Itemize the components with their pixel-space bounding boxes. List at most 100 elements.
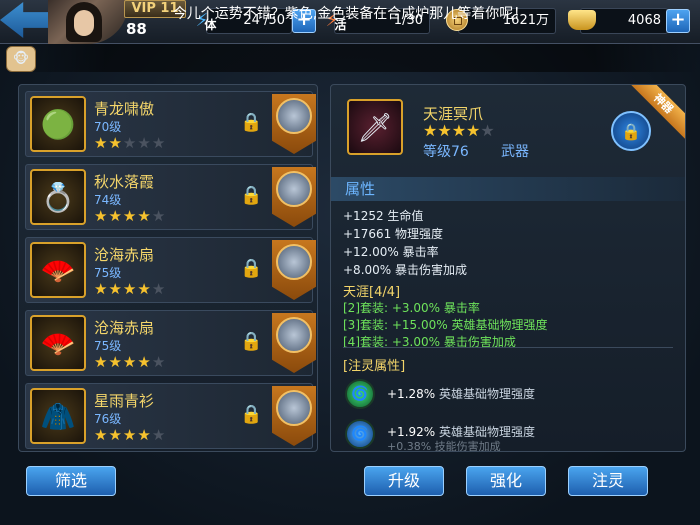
green-soul-gem-icon: 🌀 — [345, 379, 375, 409]
star-empty-icon: ★ — [151, 134, 167, 152]
star-empty-icon: ★ — [122, 134, 138, 152]
lock-icon[interactable]: 🔒 — [240, 404, 262, 430]
lock-icon[interactable]: 🔒 — [240, 185, 262, 211]
star-filled-icon: ★ — [423, 121, 438, 140]
red-fan-icon: 🪭 — [30, 315, 86, 371]
mascot-icon[interactable]: 🐵 — [6, 46, 36, 72]
soul-desc: 英雄基础物理强度 — [439, 387, 536, 401]
notice-bar — [0, 44, 700, 72]
equipment-list-item[interactable]: 🪭 沧海赤扇 75级 ★★★★★ 🔒 — [25, 237, 316, 303]
item-stars: ★★★★★ — [94, 134, 166, 152]
lock-icon[interactable]: 🔒 — [240, 258, 262, 284]
star-filled-icon: ★ — [122, 207, 138, 225]
star-filled-icon: ★ — [122, 426, 138, 444]
star-filled-icon: ★ — [137, 207, 152, 225]
soul-attributes-title: [注灵属性] — [343, 359, 406, 374]
star-filled-icon: ★ — [451, 121, 467, 140]
robe-icon: 🧥 — [30, 388, 86, 444]
hero-portrait-badge[interactable] — [272, 313, 316, 373]
infuse-button[interactable]: 注灵 — [568, 466, 648, 496]
divider — [343, 347, 673, 348]
detail-level: 等级76 — [423, 144, 469, 160]
lock-toggle-button[interactable]: 🔒 — [611, 111, 651, 151]
star-filled-icon: ★ — [94, 207, 109, 225]
star-filled-icon: ★ — [108, 353, 123, 371]
filter-button[interactable]: 筛选 — [26, 466, 116, 496]
item-name: 秋水落霞 — [94, 173, 155, 191]
attributes-header: 属性 — [331, 177, 685, 201]
star-filled-icon: ★ — [94, 280, 109, 298]
item-name: 沧海赤扇 — [94, 319, 155, 337]
hero-face — [276, 171, 312, 207]
detail-stars: ★★★★★ — [423, 121, 495, 140]
item-level: 74级 — [94, 193, 122, 207]
equipment-list-panel[interactable]: 🟢 青龙啸傲 70级 ★★★★★ 🔒 💍 秋水落霞 74级 ★★★★★ 🔒 🪭 沧海赤扇 75级 ★★★★… — [18, 84, 318, 452]
item-name: 星雨青衫 — [94, 392, 155, 410]
star-filled-icon: ★ — [108, 134, 123, 152]
stat-line: +12.00% 暴击率 — [343, 245, 439, 259]
star-filled-icon: ★ — [122, 280, 138, 298]
star-empty-icon: ★ — [137, 134, 152, 152]
item-name: 青龙啸傲 — [94, 100, 155, 118]
item-level: 76级 — [94, 412, 122, 426]
hero-portrait-badge[interactable] — [272, 240, 316, 300]
set-bonus-line: [2]套装: +3.00% 暴击率 — [343, 301, 480, 315]
item-level: 75级 — [94, 266, 122, 280]
star-filled-icon: ★ — [94, 134, 109, 152]
set-bonus-line: [3]套装: +15.00% 英雄基础物理强度 — [343, 318, 548, 332]
soul-desc: 英雄基础物理强度 — [439, 425, 536, 439]
star-filled-icon: ★ — [108, 207, 123, 225]
hero-portrait-badge[interactable] — [272, 167, 316, 227]
equipment-list-item[interactable]: 🟢 青龙啸傲 70级 ★★★★★ 🔒 — [25, 91, 316, 157]
enhance-button[interactable]: 强化 — [466, 466, 546, 496]
soul-value: +1.28% — [387, 387, 436, 401]
hero-face — [276, 244, 312, 280]
stat-line: +17661 物理强度 — [343, 227, 444, 241]
star-filled-icon: ★ — [122, 353, 138, 371]
item-stars: ★★★★★ — [94, 207, 166, 225]
star-filled-icon: ★ — [108, 280, 123, 298]
stat-line: +8.00% 暴击伤害加成 — [343, 263, 467, 277]
jade-disc-icon: 🟢 — [30, 96, 86, 152]
star-filled-icon: ★ — [466, 121, 481, 140]
lock-icon[interactable]: 🔒 — [240, 331, 262, 357]
star-filled-icon: ★ — [94, 426, 109, 444]
star-filled-icon: ★ — [94, 353, 109, 371]
blue-soul-gem-icon: 🌀 — [345, 419, 375, 449]
equipment-detail-panel: 神器 🗡 天涯冥爪 ★★★★★ 等级76 武器 🔒 属性 +1252 生命值 +… — [330, 84, 686, 452]
stat-line: +1252 生命值 — [343, 209, 424, 223]
item-name: 沧海赤扇 — [94, 246, 155, 264]
lock-icon[interactable]: 🔒 — [240, 112, 262, 138]
star-empty-icon: ★ — [151, 280, 167, 298]
soul-line-faded: +0.38% 技能伤害加成 — [387, 440, 501, 452]
star-filled-icon: ★ — [137, 280, 152, 298]
hero-portrait-badge[interactable] — [272, 386, 316, 446]
star-filled-icon: ★ — [108, 426, 123, 444]
equipment-list-item[interactable]: 🪭 沧海赤扇 75级 ★★★★★ 🔒 — [25, 310, 316, 376]
star-empty-icon: ★ — [151, 207, 167, 225]
hero-face — [276, 317, 312, 353]
star-empty-icon: ★ — [151, 353, 167, 371]
claw-weapon-icon: 🗡 — [347, 99, 403, 155]
detail-type: 武器 — [501, 144, 529, 160]
hero-portrait-badge[interactable] — [272, 94, 316, 154]
item-stars: ★★★★★ — [94, 353, 166, 371]
soul-line: +1.28% 英雄基础物理强度 — [387, 385, 535, 402]
gold-ring-icon: 💍 — [30, 169, 86, 225]
red-fan-icon: 🪭 — [30, 242, 86, 298]
item-level: 70级 — [94, 120, 122, 134]
star-filled-icon: ★ — [137, 353, 152, 371]
equipment-list-item[interactable]: 🧥 星雨青衫 76级 ★★★★★ 🔒 — [25, 383, 316, 449]
item-stars: ★★★★★ — [94, 426, 166, 444]
soul-value: +1.92% — [387, 425, 436, 439]
star-filled-icon: ★ — [437, 121, 452, 140]
hero-face — [276, 390, 312, 426]
notice-text: 今儿个运势不错？紫色,金色装备在合成炉那儿等着你呢！ — [172, 6, 528, 22]
item-level: 75级 — [94, 339, 122, 353]
star-empty-icon: ★ — [480, 121, 495, 140]
hero-face — [276, 98, 312, 134]
item-stars: ★★★★★ — [94, 280, 166, 298]
set-title: 天涯[4/4] — [343, 285, 401, 300]
upgrade-button[interactable]: 升级 — [364, 466, 444, 496]
equipment-list-item[interactable]: 💍 秋水落霞 74级 ★★★★★ 🔒 — [25, 164, 316, 230]
